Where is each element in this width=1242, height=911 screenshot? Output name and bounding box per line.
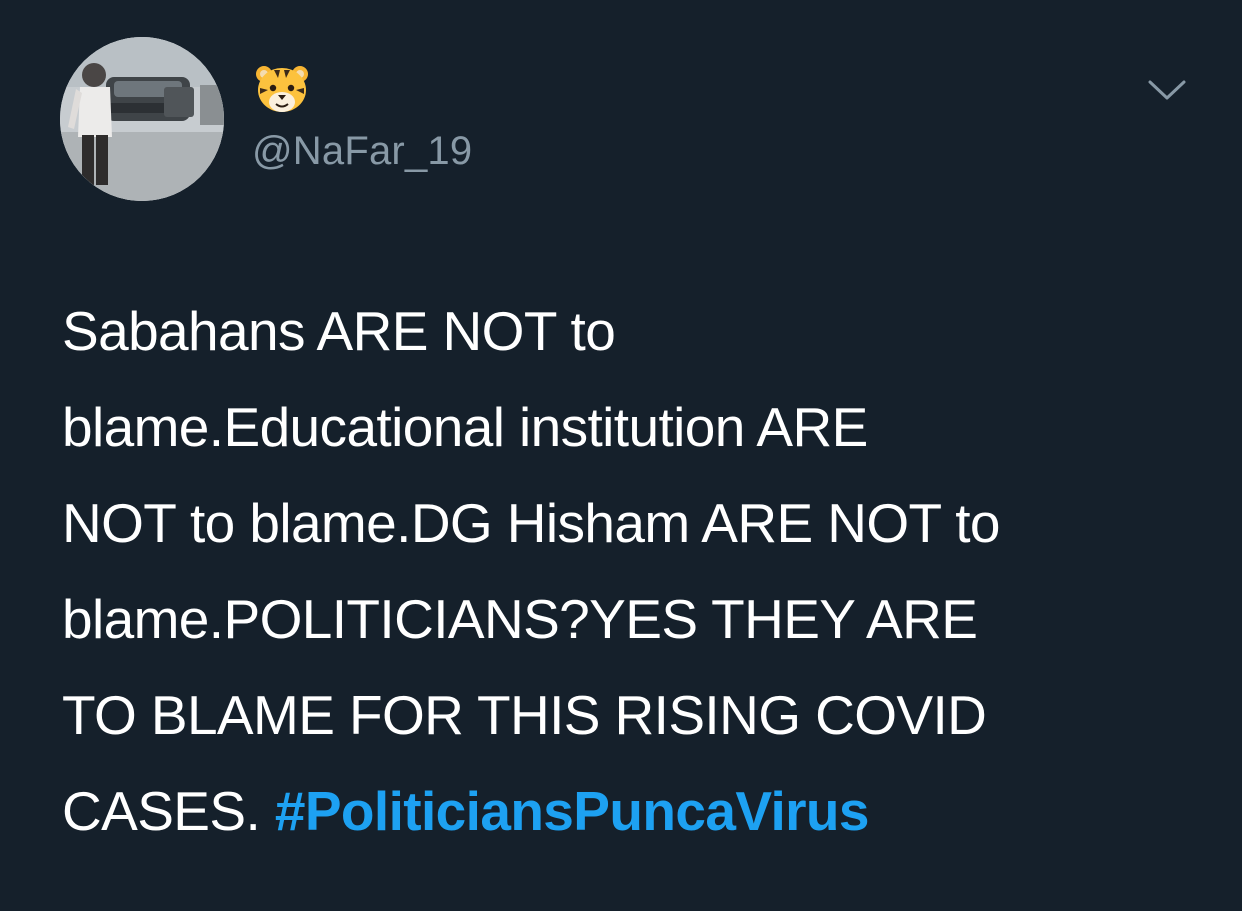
tweet-text-line: Sabahans ARE NOT to — [62, 300, 616, 362]
tiger-face-icon — [256, 66, 308, 112]
tweet-text-line: CASES. — [62, 780, 275, 842]
avatar[interactable] — [60, 37, 224, 201]
tweet-text: Sabahans ARE NOT to blame.Educational in… — [62, 283, 1202, 859]
tweet-card: @NaFar_19 Sabahans ARE NOT to blame.Educ… — [0, 0, 1242, 911]
display-name-tiger-face-icon[interactable] — [254, 62, 310, 116]
hashtag-link[interactable]: #PoliticiansPuncaVirus — [275, 780, 870, 842]
tweet-text-line: NOT to blame.DG Hisham ARE NOT to — [62, 492, 1001, 554]
chevron-down-icon[interactable] — [1146, 76, 1188, 104]
user-handle[interactable]: @NaFar_19 — [252, 124, 472, 178]
tweet-text-last-line: CASES. #PoliticiansPuncaVirus — [62, 763, 1202, 859]
tweet-text-line: blame.POLITICIANS?YES THEY ARE — [62, 588, 978, 650]
tweet-text-line: TO BLAME FOR THIS RISING COVID — [62, 684, 987, 746]
tweet-text-line: blame.Educational institution ARE — [62, 396, 868, 458]
profile-photo-icon — [60, 37, 224, 201]
